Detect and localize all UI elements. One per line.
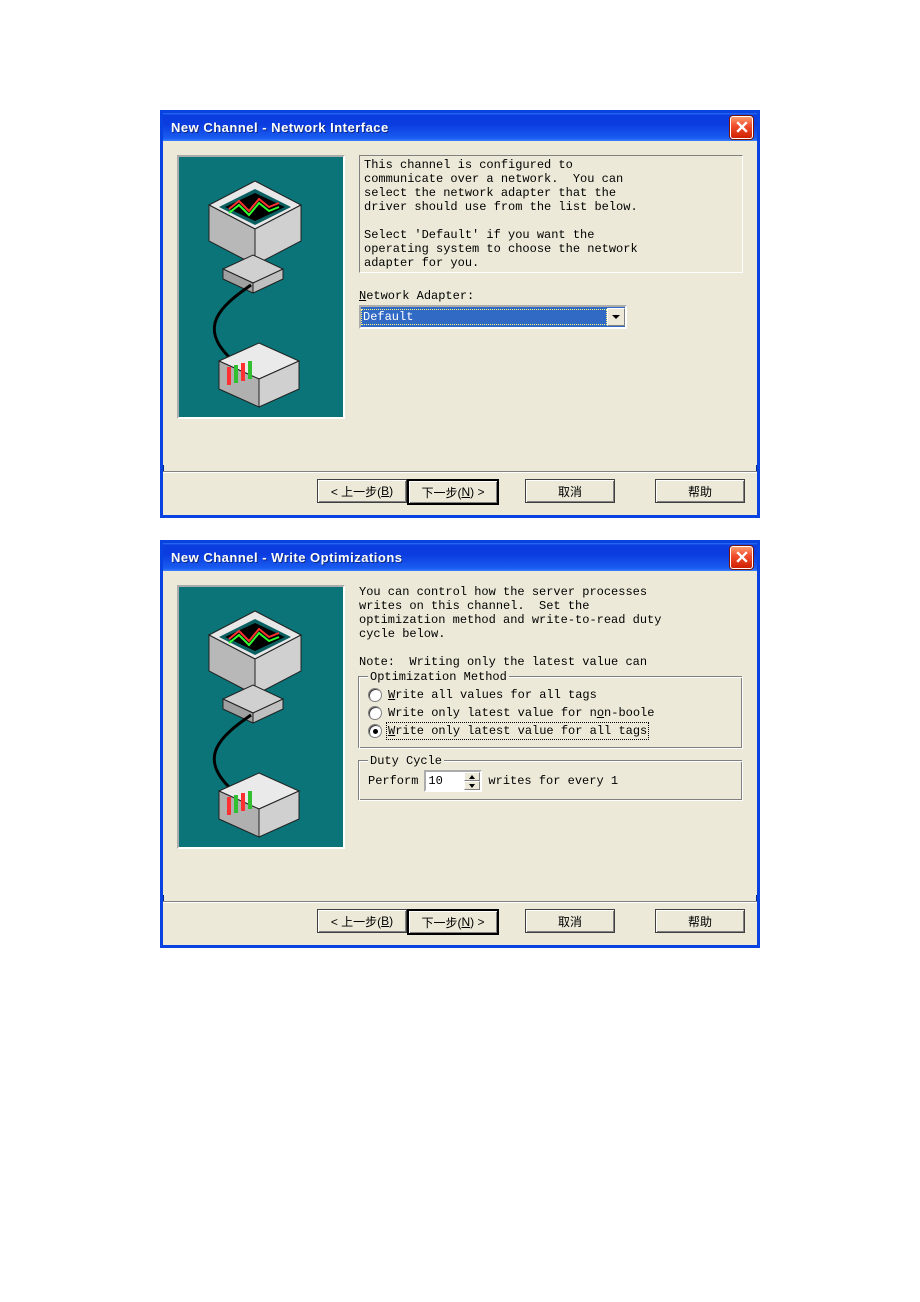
close-icon bbox=[736, 551, 748, 563]
wizard-image bbox=[177, 155, 345, 419]
back-button[interactable]: < 上一步(B) bbox=[317, 909, 407, 933]
help-button[interactable]: 帮助 bbox=[655, 479, 745, 503]
dialog-body: You can control how the server processes… bbox=[163, 571, 757, 895]
combo-dropdown-button[interactable] bbox=[607, 308, 625, 326]
chevron-down-icon bbox=[469, 784, 475, 788]
radio-icon bbox=[368, 706, 382, 720]
duty-cycle-input[interactable] bbox=[426, 772, 464, 790]
help-button[interactable]: 帮助 bbox=[655, 909, 745, 933]
close-button[interactable] bbox=[730, 546, 753, 569]
titlebar: New Channel - Network Interface bbox=[163, 113, 757, 141]
description-text: You can control how the server processes… bbox=[359, 585, 743, 669]
dialog-write-optimizations: New Channel - Write Optimizations bbox=[160, 540, 760, 948]
perform-label: Perform bbox=[368, 774, 418, 788]
nav-button-group: < 上一步(B) 下一步(N) > bbox=[317, 479, 499, 505]
cancel-button[interactable]: 取消 bbox=[525, 479, 615, 503]
spinner-down-button[interactable] bbox=[464, 781, 480, 790]
button-row: < 上一步(B) 下一步(N) > 取消 帮助 bbox=[163, 903, 757, 945]
titlebar: New Channel - Write Optimizations bbox=[163, 543, 757, 571]
perform-row: Perform writes for every 1 bbox=[368, 770, 734, 792]
nav-button-group: < 上一步(B) 下一步(N) > bbox=[317, 909, 499, 935]
spinner-up-button[interactable] bbox=[464, 772, 480, 781]
next-button[interactable]: 下一步(N) > bbox=[407, 479, 499, 505]
perform-after-label: writes for every 1 bbox=[488, 774, 618, 788]
combo-value: Default bbox=[361, 309, 607, 325]
spinner-buttons bbox=[464, 772, 480, 790]
duty-cycle-group: Duty Cycle Perform writes for every 1 bbox=[359, 761, 743, 801]
dialog-title: New Channel - Network Interface bbox=[171, 120, 389, 135]
radio-write-latest-all[interactable]: Write only latest value for all tags bbox=[368, 722, 734, 740]
wizard-image bbox=[177, 585, 345, 849]
duty-cycle-legend: Duty Cycle bbox=[368, 754, 444, 768]
canvas: New Channel - Network Interface bbox=[0, 0, 920, 1302]
network-adapter-combo[interactable]: Default bbox=[359, 305, 627, 329]
radio-write-latest-non-boole[interactable]: Write only latest value for non-boole bbox=[368, 704, 734, 722]
chevron-up-icon bbox=[469, 775, 475, 779]
optimization-legend: Optimization Method bbox=[368, 670, 509, 684]
next-button[interactable]: 下一步(N) > bbox=[407, 909, 499, 935]
radio-icon bbox=[368, 688, 382, 702]
radio-write-all-values[interactable]: Write all values for all tags bbox=[368, 686, 734, 704]
duty-cycle-spinner[interactable] bbox=[424, 770, 482, 792]
info-text: This channel is configured to communicat… bbox=[359, 155, 743, 273]
button-row: < 上一步(B) 下一步(N) > 取消 帮助 bbox=[163, 473, 757, 515]
radio-icon bbox=[368, 724, 382, 738]
dialog-network-interface: New Channel - Network Interface bbox=[160, 110, 760, 518]
cancel-button[interactable]: 取消 bbox=[525, 909, 615, 933]
close-button[interactable] bbox=[730, 116, 753, 139]
close-icon bbox=[736, 121, 748, 133]
network-adapter-label: Network Adapter: bbox=[359, 289, 743, 303]
content-area: This channel is configured to communicat… bbox=[359, 155, 743, 455]
dialog-title: New Channel - Write Optimizations bbox=[171, 550, 403, 565]
dialog-body: This channel is configured to communicat… bbox=[163, 141, 757, 465]
back-button[interactable]: < 上一步(B) bbox=[317, 479, 407, 503]
content-area: You can control how the server processes… bbox=[359, 585, 743, 885]
optimization-method-group: Optimization Method Write all values for… bbox=[359, 677, 743, 749]
chevron-down-icon bbox=[612, 313, 620, 321]
